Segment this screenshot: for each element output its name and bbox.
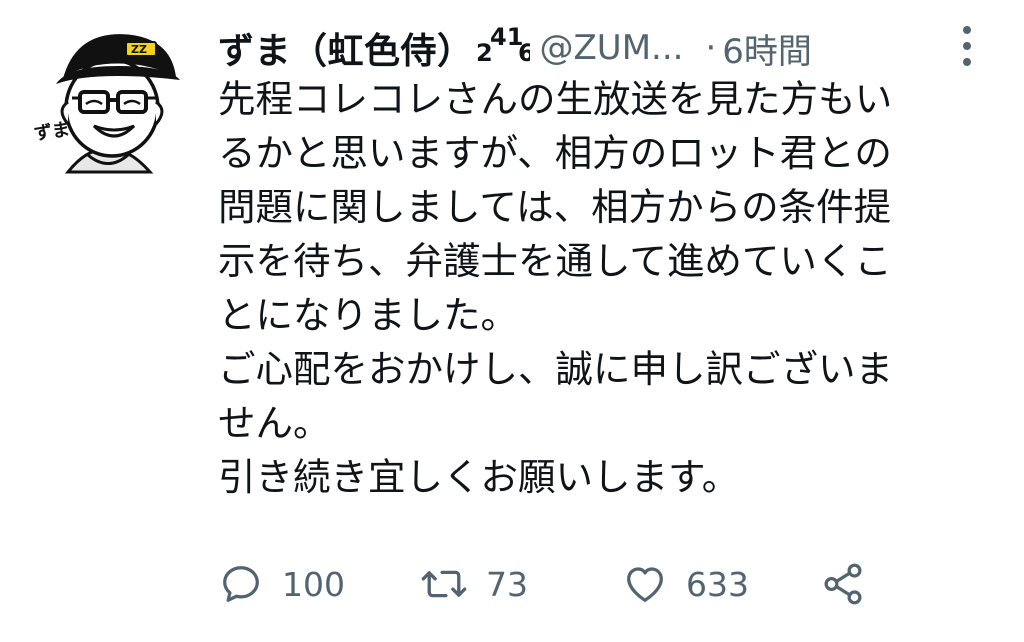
svg-text:6: 6 (518, 39, 530, 67)
avatar[interactable]: ZZ ずま (28, 22, 188, 182)
user-handle[interactable]: @ZUM... (540, 28, 684, 68)
avatar-illustration: ZZ ずま (33, 34, 180, 174)
tweet-text-line: せん。 (218, 401, 331, 445)
retweet-icon (421, 570, 467, 598)
display-name[interactable]: ずま（虹色侍） (218, 22, 474, 74)
heart-icon (627, 567, 663, 602)
tweet-text-line: るかと思いますが、相方のロット君との (218, 131, 892, 175)
tweet[interactable]: ZZ ずま ずま（虹色侍） 2 41 6 @ZUM... · 6時間 先程コレコ… (0, 0, 1024, 642)
reply-count: 100 (282, 564, 345, 604)
like-button[interactable]: 633 (622, 556, 749, 612)
tweet-text-line: 先程コレコレさんの生放送を見た方もい (218, 77, 893, 121)
tweet-text-line: とになりました。 (218, 293, 518, 337)
display-name-suffix: 2 41 6 (474, 21, 535, 75)
reply-icon (223, 566, 259, 602)
avatar-signature: ずま (33, 119, 72, 145)
separator-dot: · (705, 28, 717, 68)
reply-button[interactable]: 100 (218, 556, 345, 612)
share-icon (824, 563, 862, 605)
tweet-text-line: 示を待ち、弁護士を通して進めていくこ (218, 239, 892, 283)
tweet-header: ずま（虹色侍） 2 41 6 @ZUM... · 6時間 (218, 20, 998, 76)
avatar-cap-text: ZZ (131, 43, 147, 56)
tweet-text: 先程コレコレさんの生放送を見た方もい るかと思いますが、相方のロット君との 問題… (218, 72, 1008, 504)
tweet-text-line: ご心配をおかけし、誠に申し訳ございま (218, 347, 893, 391)
name-suffix-number: 2 41 6 (476, 23, 535, 67)
tweet-timestamp[interactable]: 6時間 (722, 24, 812, 73)
share-button[interactable] (820, 556, 866, 612)
more-options-button[interactable] (956, 22, 978, 70)
more-options-icon (963, 26, 971, 66)
tweet-text-line: 問題に関しましては、相方からの条件提 (218, 185, 892, 229)
like-count: 633 (686, 564, 749, 604)
retweet-button[interactable]: 73 (420, 556, 528, 612)
tweet-action-bar: 100 73 633 (218, 556, 918, 612)
tweet-text-line: 引き続き宜しくお願いします。 (218, 455, 740, 499)
retweet-count: 73 (486, 564, 528, 604)
